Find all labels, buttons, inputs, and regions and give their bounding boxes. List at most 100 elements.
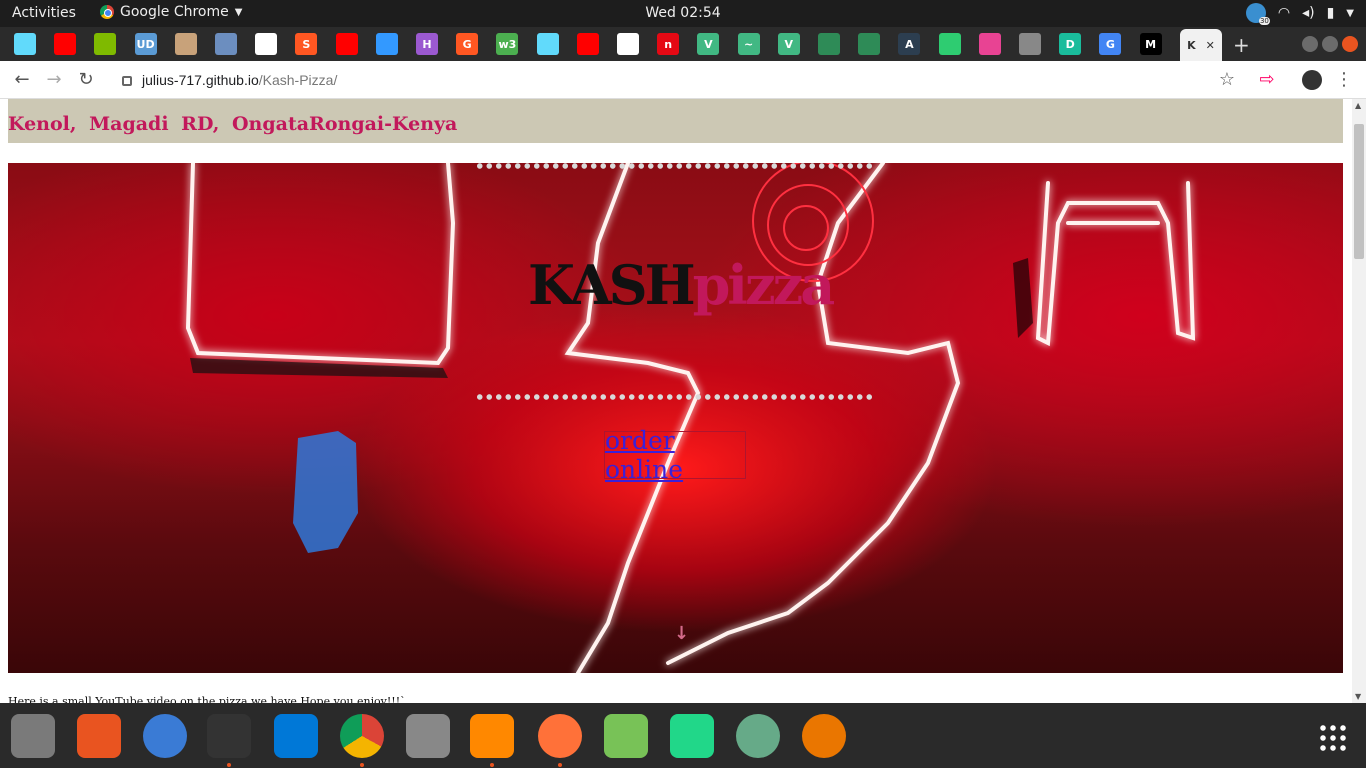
- window-controls: [1302, 36, 1358, 52]
- app-name: Google Chrome: [120, 4, 229, 20]
- tab-avatar-icon[interactable]: [174, 33, 197, 55]
- tab-docs-icon[interactable]: [215, 33, 237, 55]
- maximize-icon[interactable]: [1322, 36, 1338, 52]
- tab-medium-icon[interactable]: M: [1139, 33, 1162, 55]
- forward-arrow-icon[interactable]: →: [42, 68, 66, 92]
- tab-pen-icon[interactable]: [375, 33, 398, 55]
- tab-globe-icon[interactable]: [1019, 33, 1041, 55]
- scroll-down-arrow-icon[interactable]: ↓: [674, 623, 690, 644]
- location-banner: Kenol, Magadi RD, OngataRongai-Kenya: [8, 99, 1343, 143]
- tab-youtube-icon[interactable]: [54, 33, 77, 55]
- scroll-down-icon[interactable]: ▼: [1355, 692, 1361, 701]
- url-host: julius-717.github.io: [142, 72, 259, 88]
- avatar[interactable]: [1300, 68, 1324, 92]
- location-text: Kenol, Magadi RD, OngataRongai-Kenya: [8, 113, 458, 135]
- close-icon[interactable]: [1342, 36, 1358, 52]
- tab-code-icon[interactable]: A: [898, 33, 921, 55]
- vue-icon: V: [784, 37, 794, 51]
- reload-icon[interactable]: ↻: [74, 68, 98, 92]
- heroku-icon: H: [422, 37, 432, 51]
- files-icon[interactable]: [11, 714, 55, 758]
- tab-unicorn-icon[interactable]: [978, 33, 1001, 55]
- terminal-icon[interactable]: [207, 714, 251, 758]
- tab-hex-icon[interactable]: [818, 33, 840, 55]
- chevron-down-icon[interactable]: ▼: [1346, 8, 1354, 19]
- activities-button[interactable]: Activities: [12, 5, 76, 21]
- settings-icon[interactable]: [406, 714, 450, 758]
- ubuntu-dock: [0, 703, 1366, 768]
- logo-accent: pizza: [692, 253, 836, 317]
- tab-doc-icon[interactable]: D: [1059, 33, 1082, 55]
- chevron-down-icon: ▼: [234, 6, 243, 18]
- star-icon[interactable]: ☆: [1215, 68, 1239, 92]
- neon-background-art: [185, 163, 1196, 673]
- order-online-link[interactable]: order online: [605, 426, 745, 484]
- stackblitz-icon: S: [302, 37, 311, 51]
- app-icon: G: [462, 37, 472, 51]
- tab-youtube-icon[interactable]: [576, 33, 599, 55]
- scrollbar-thumb[interactable]: [1354, 124, 1364, 259]
- firefox-icon[interactable]: [538, 714, 582, 758]
- volume-icon[interactable]: ◂): [1302, 5, 1315, 21]
- running-indicator: [227, 763, 231, 767]
- browser-toolbar: ← → ↻ julius-717.github.io/Kash-Pizza/ ☆…: [0, 61, 1366, 99]
- scroll-up-icon[interactable]: ▲: [1355, 101, 1361, 110]
- tab-app-icon[interactable]: G: [456, 33, 479, 55]
- kash-pizza-logo: KASHpizza: [528, 253, 836, 317]
- tab-stackblitz-icon[interactable]: S: [295, 33, 318, 55]
- minimize-icon[interactable]: [1302, 36, 1318, 52]
- medium-icon: M: [1145, 37, 1157, 51]
- tab-leaf-icon[interactable]: [938, 33, 961, 55]
- close-tab-icon[interactable]: ✕: [1206, 39, 1215, 52]
- system-top-bar: Activities Google Chrome ▼ Wed 02:54 30 …: [0, 0, 1366, 27]
- hero-section: KASHpizza order online ↓: [8, 163, 1343, 673]
- atom-icon[interactable]: [736, 714, 780, 758]
- page-viewport: Kenol, Magadi RD, OngataRongai-Kenya KAS…: [0, 99, 1352, 703]
- lock-icon[interactable]: [122, 76, 132, 86]
- video-caption: Here is a small YouTube video on the piz…: [8, 695, 406, 703]
- vue-icon: ~: [743, 37, 754, 51]
- wifi-icon[interactable]: ◠: [1278, 5, 1290, 21]
- back-arrow-icon[interactable]: ←: [10, 68, 34, 92]
- android-studio-icon[interactable]: [604, 714, 648, 758]
- tab-netflix-icon[interactable]: n: [657, 33, 680, 55]
- udemy-icon: UD: [136, 37, 155, 51]
- new-tab-button[interactable]: +: [1233, 33, 1250, 57]
- help-icon[interactable]: [143, 714, 187, 758]
- tab-github-icon[interactable]: [255, 33, 278, 55]
- menu-icon[interactable]: ⋮: [1332, 68, 1356, 92]
- software-icon[interactable]: [77, 714, 121, 758]
- tab-w3-icon[interactable]: w3: [496, 33, 519, 55]
- tab-hex-icon[interactable]: [858, 33, 881, 55]
- show-applications-icon[interactable]: [1318, 723, 1348, 753]
- vscode-icon[interactable]: [274, 714, 318, 758]
- pycharm-icon[interactable]: [670, 714, 714, 758]
- tab-vue-icon[interactable]: V: [777, 33, 800, 55]
- tab-vue-icon[interactable]: V: [697, 33, 720, 55]
- running-indicator: [558, 763, 562, 767]
- tab-youtube-icon[interactable]: [335, 33, 358, 55]
- update-icon[interactable]: 30: [1245, 3, 1270, 25]
- chrome-icon: [100, 5, 114, 19]
- tab-github-icon[interactable]: [617, 33, 639, 55]
- chrome-icon[interactable]: [340, 714, 384, 758]
- battery-icon[interactable]: ▮: [1327, 5, 1335, 21]
- address-bar[interactable]: julius-717.github.io/Kash-Pizza/: [112, 66, 1252, 94]
- tab-vue-icon[interactable]: ~: [737, 33, 760, 55]
- extension-icon[interactable]: ⇨: [1255, 68, 1279, 92]
- tab-microsoft-icon[interactable]: [94, 33, 117, 55]
- code-icon: A: [905, 37, 914, 51]
- app-menu[interactable]: Google Chrome ▼: [100, 4, 242, 20]
- tab-udemy-icon[interactable]: UD: [134, 33, 157, 55]
- tab-google-icon[interactable]: G: [1099, 33, 1122, 55]
- system-tray[interactable]: 30 ◠ ◂) ▮ ▼: [1245, 3, 1354, 25]
- page-scrollbar[interactable]: ▲ ▼: [1352, 99, 1366, 703]
- tab-heroku-icon[interactable]: H: [416, 33, 438, 55]
- update-badge: 30: [1258, 17, 1270, 25]
- tab-react-icon[interactable]: [14, 33, 36, 55]
- tab-react-icon[interactable]: [536, 33, 559, 55]
- url-path: /Kash-Pizza/: [258, 72, 338, 88]
- blender-icon[interactable]: [802, 714, 846, 758]
- active-tab[interactable]: K ✕: [1180, 29, 1222, 61]
- vlc-icon[interactable]: [470, 714, 514, 758]
